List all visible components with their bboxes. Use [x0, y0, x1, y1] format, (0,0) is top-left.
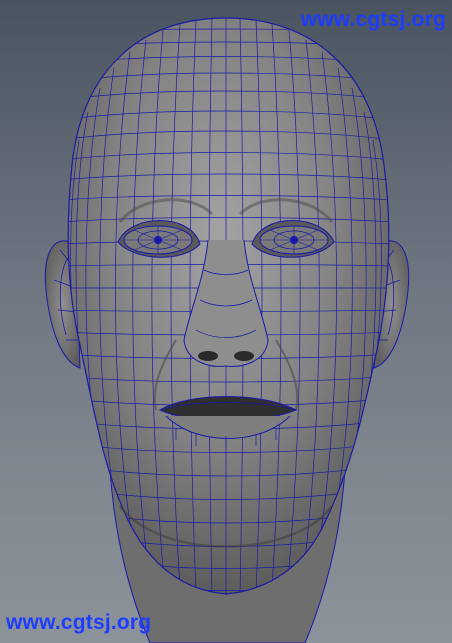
maya-viewport[interactable]: www.cgtsj.org www.cgtsj.org: [0, 0, 452, 643]
watermark-top: www.cgtsj.org: [300, 8, 446, 31]
head-model[interactable]: [0, 0, 452, 643]
watermark-bottom: www.cgtsj.org: [6, 611, 152, 634]
